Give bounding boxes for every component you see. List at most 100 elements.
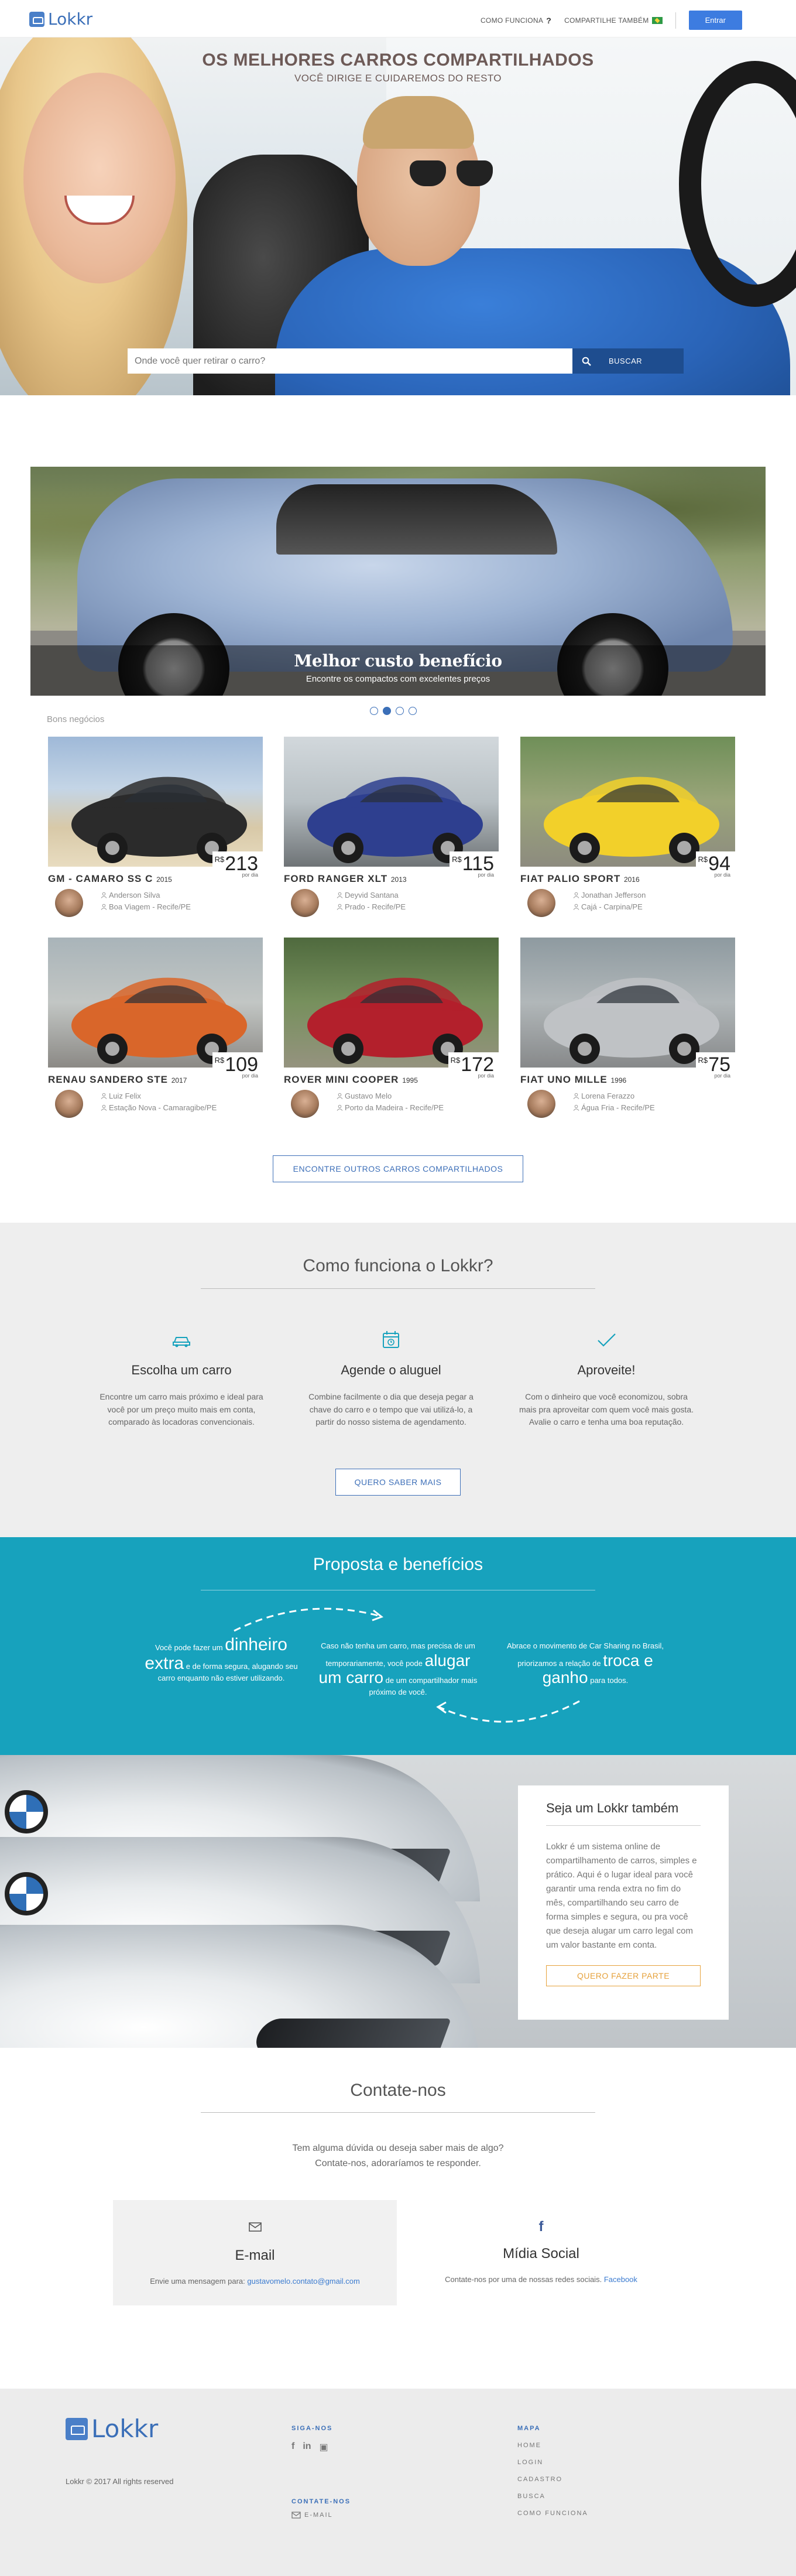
car-location: Porto da Madeira - Recife/PE [337, 1103, 444, 1112]
location-text: Porto da Madeira - Recife/PE [345, 1103, 444, 1112]
car-illustration [307, 977, 483, 1064]
footer-link-login[interactable]: LOGIN [517, 2454, 588, 2471]
user-icon [337, 1093, 343, 1099]
footer-email[interactable]: E-MAIL [291, 2512, 333, 2519]
map-heading: MAPA [517, 2425, 541, 2432]
instagram-icon[interactable]: ▣ [320, 2441, 328, 2453]
more-cars-button[interactable]: ENCONTRE OUTROS CARROS COMPARTILHADOS [273, 1155, 523, 1182]
footer-brand[interactable]: Lokkr [66, 2414, 158, 2443]
car-location: Boa Viagem - Recife/PE [101, 902, 191, 911]
deal-card[interactable]: R$ 94 por dia FIAT PALIO SPORT 2016 Jonathan… [520, 737, 735, 924]
carousel-dot-2[interactable] [383, 707, 391, 715]
car-name[interactable]: FORD RANGER XLT 2013 [284, 873, 407, 885]
car-icon [173, 1337, 190, 1347]
car-name[interactable]: FIAT PALIO SPORT 2016 [520, 873, 640, 885]
owner-name: Gustavo Melo [337, 1092, 392, 1100]
footer-menu: HOME LOGIN CADASTRO BUSCA COMO FUNCIONA [517, 2437, 588, 2522]
owner-avatar[interactable] [291, 889, 319, 917]
price-period: por dia [714, 1073, 730, 1079]
carousel[interactable]: Melhor custo benefício Encontre os compa… [30, 467, 766, 696]
owner-avatar[interactable] [291, 1090, 319, 1118]
carousel-title: Melhor custo benefício [294, 651, 502, 670]
owner-name: Jonathan Jefferson [573, 891, 646, 899]
linkedin-icon[interactable]: in [303, 2441, 311, 2453]
nav-how-it-works[interactable]: COMO FUNCIONA ? [481, 16, 551, 25]
benefit-text: para todos. [590, 1676, 629, 1685]
car-location: Prado - Recife/PE [337, 902, 406, 911]
email-link[interactable]: gustavomelo.contato@gmail.com [247, 2277, 359, 2286]
facebook-icon[interactable]: f [291, 2441, 294, 2453]
brand-logo[interactable]: Lokkr [29, 9, 92, 29]
how-step-text: Com o dinheiro que você economizou, sobr… [519, 1392, 694, 1427]
deal-card[interactable]: R$ 109 por dia RENAU SANDERO STE 2017 Luiz F… [48, 938, 263, 1125]
nav-share-too[interactable]: COMPARTILHE TAMBÉM [564, 16, 663, 25]
deal-card[interactable]: R$ 172 por dia ROVER MINI COOPER 1995 Gustav… [284, 938, 499, 1125]
car-year: 2013 [390, 875, 407, 884]
contact-divider [201, 2112, 595, 2113]
search-button[interactable]: BUSCAR [572, 348, 684, 374]
question-icon: ? [546, 15, 552, 25]
envelope-icon [291, 2512, 301, 2519]
copyright: Lokkr © 2017 All rights reserved [66, 2477, 174, 2486]
benefit-rent-car: Caso não tenha um carro, mas precisa de … [316, 1640, 480, 1698]
car-logo-icon [66, 2417, 88, 2440]
carousel-dots [370, 707, 417, 715]
user-icon [573, 904, 579, 910]
car-photo[interactable] [48, 938, 263, 1068]
deal-card[interactable]: R$ 115 por dia FORD RANGER XLT 2013 Deyvid S… [284, 737, 499, 924]
footer-link-register[interactable]: CADASTRO [517, 2471, 588, 2488]
footer-link-search[interactable]: BUSCA [517, 2488, 588, 2505]
brazil-flag-icon [651, 16, 663, 24]
login-button[interactable]: Entrar [688, 11, 742, 30]
hero-subtitle: VOCÊ DIRIGE E CUIDAREMOS DO RESTO [294, 73, 502, 84]
footer-link-how[interactable]: COMO FUNCIONA [517, 2505, 588, 2522]
price-currency: R$ [450, 1056, 461, 1065]
how-divider [201, 1288, 595, 1289]
user-icon [573, 892, 579, 898]
owner-avatar[interactable] [55, 889, 83, 917]
contact-intro-line: Contate-nos, adoraríamos te responder. [315, 2158, 481, 2168]
owner-avatar[interactable] [55, 1090, 83, 1118]
user-icon [101, 892, 107, 898]
join-button[interactable]: QUERO FAZER PARTE [546, 1965, 701, 1986]
deal-card[interactable]: R$ 213 por dia GM - CAMARO SS C 2015 Anderso… [48, 737, 263, 924]
calendar-icon [383, 1331, 399, 1348]
price-currency: R$ [698, 855, 708, 864]
facebook-link[interactable]: Facebook [604, 2275, 637, 2284]
car-name[interactable]: FIAT UNO MILLE 1996 [520, 1074, 626, 1086]
car-name[interactable]: RENAU SANDERO STE 2017 [48, 1074, 187, 1086]
car-photo[interactable] [284, 737, 499, 867]
price-tag: R$ 213 por dia [212, 851, 263, 878]
search-input[interactable] [128, 348, 572, 374]
car-model: FIAT UNO MILLE [520, 1074, 608, 1085]
user-icon [101, 904, 107, 910]
car-photo[interactable] [48, 737, 263, 867]
car-name[interactable]: ROVER MINI COOPER 1995 [284, 1074, 418, 1086]
be-lokkr-text: Lokkr é um sistema online de compartilha… [546, 1842, 697, 1950]
price-currency: R$ [214, 855, 225, 864]
car-photo[interactable] [520, 737, 735, 867]
envelope-icon [248, 2222, 262, 2232]
learn-more-button[interactable]: QUERO SABER MAIS [335, 1469, 461, 1496]
footer-link-home[interactable]: HOME [517, 2437, 588, 2454]
contact-intro-line: Tem alguma dúvida ou deseja saber mais d… [292, 2143, 504, 2153]
owner-name: Luiz Felix [101, 1092, 141, 1100]
car-photo[interactable] [284, 938, 499, 1068]
carousel-dot-1[interactable] [370, 707, 378, 715]
car-photo[interactable] [520, 938, 735, 1068]
carousel-dot-3[interactable] [396, 707, 404, 715]
owner-avatar[interactable] [527, 889, 555, 917]
carousel-dot-4[interactable] [409, 707, 417, 715]
dashed-arrow-left [436, 1700, 580, 1723]
car-name[interactable]: GM - CAMARO SS C 2015 [48, 873, 172, 885]
owner-avatar[interactable] [527, 1090, 555, 1118]
nav-share-label: COMPARTILHE TAMBÉM [564, 16, 649, 25]
how-step-text: Encontre um carro mais próximo e ideal p… [100, 1392, 263, 1427]
navbar: Lokkr COMO FUNCIONA ? COMPARTILHE TAMBÉM… [0, 0, 796, 37]
social-title: Mídia Social [503, 2246, 579, 2262]
footer-brand-name: Lokkr [91, 2414, 159, 2443]
social-prefix: Contate-nos por uma de nossas redes soci… [445, 2275, 602, 2284]
how-step-choose: Escolha um carro Encontre um carro mais … [94, 1328, 269, 1429]
dashed-arrow-right [234, 1607, 384, 1632]
deal-card[interactable]: R$ 75 por dia FIAT UNO MILLE 1996 Lorena Fer… [520, 938, 735, 1125]
